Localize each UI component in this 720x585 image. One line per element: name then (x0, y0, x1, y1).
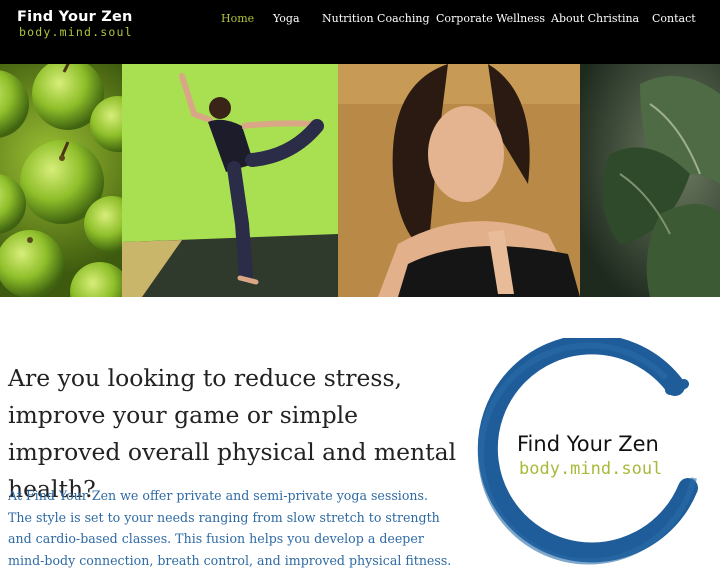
site-header: Find Your Zen body.mind.soul Home Yoga N… (0, 0, 720, 64)
zen-circle-logo (477, 338, 698, 565)
hero-photo-strip (0, 64, 720, 297)
nav-item-home[interactable]: Home (221, 12, 254, 25)
yoga-dancer-pose-photo (122, 64, 338, 297)
logo-tagline: body.mind.soul (19, 25, 133, 39)
green-apples-photo (0, 64, 122, 297)
kale-leaves-photo (580, 64, 720, 297)
nav-item-corporate-wellness[interactable]: Corporate Wellness (436, 12, 545, 25)
nav-item-nutrition-coaching[interactable]: Nutrition Coaching (322, 12, 430, 25)
site-logo[interactable]: Find Your Zen body.mind.soul (17, 9, 133, 39)
intro-paragraph: At Find Your Zen we offer private and se… (8, 488, 452, 568)
circle-logo-title: Find Your Zen (517, 432, 659, 456)
logo-title: Find Your Zen (17, 9, 133, 25)
circle-logo-tagline: body.mind.soul (519, 459, 663, 479)
meditation-prayer-hands-photo (338, 64, 580, 297)
nav-item-contact[interactable]: Contact (652, 12, 696, 25)
main-nav: Home Yoga Nutrition Coaching Corporate W… (221, 12, 701, 28)
nav-item-about-christina[interactable]: About Christina (551, 12, 639, 25)
nav-item-yoga[interactable]: Yoga (273, 12, 300, 25)
